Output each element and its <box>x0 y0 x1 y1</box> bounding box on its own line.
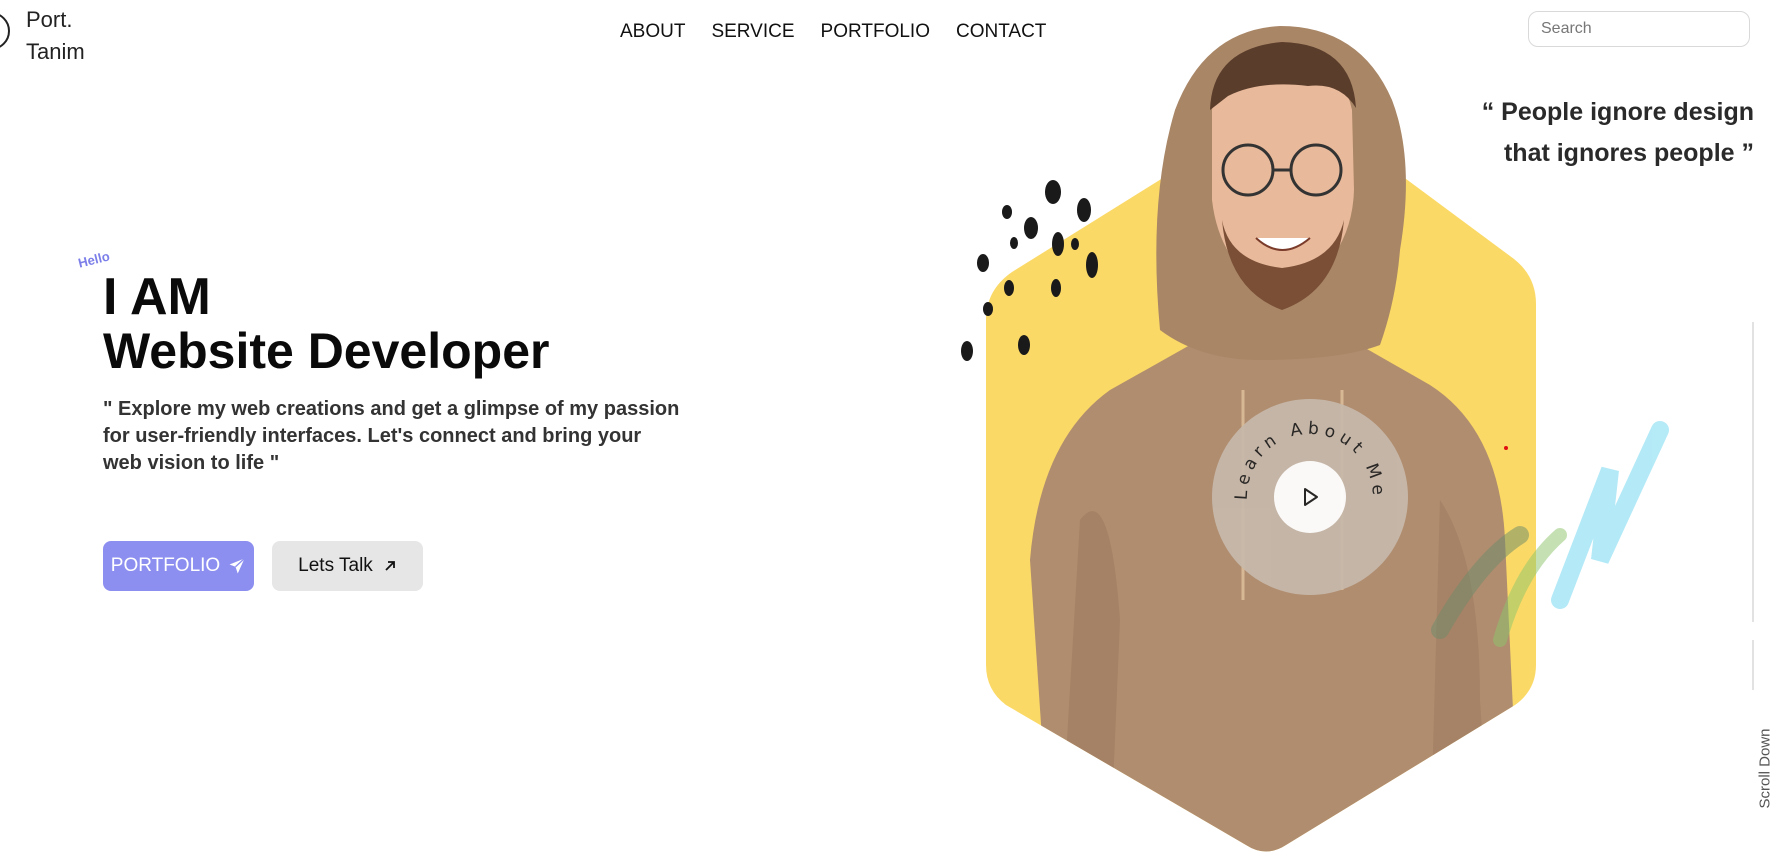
scroll-line-top <box>1752 322 1754 622</box>
arrow-up-right-icon <box>385 561 395 571</box>
lets-talk-label: Lets Talk <box>298 555 373 576</box>
portfolio-button[interactable]: PORTFOLIO <box>103 541 254 591</box>
send-icon <box>229 558 246 574</box>
portfolio-button-label: PORTFOLIO <box>110 555 221 576</box>
nav-about[interactable]: ABOUT <box>620 18 685 46</box>
red-dot-marker <box>1504 446 1508 450</box>
hero-headline: I AM Website Developer <box>103 270 549 378</box>
nav-portfolio[interactable]: PORTFOLIO <box>821 18 930 46</box>
logo-text: Port. Tanim <box>26 7 85 64</box>
play-icon <box>1304 488 1318 506</box>
logo-circle-icon <box>0 12 10 50</box>
play-button[interactable] <box>1274 461 1346 533</box>
lets-talk-button[interactable]: Lets Talk <box>272 541 423 591</box>
scroll-down-label[interactable]: Scroll Down <box>1757 724 1774 814</box>
scroll-line-bottom <box>1752 640 1754 690</box>
hero-description: " Explore my web creations and get a gli… <box>103 398 680 474</box>
learn-about-me-badge[interactable]: Learn About Me <box>1212 399 1408 595</box>
nav-service[interactable]: SERVICE <box>711 18 794 46</box>
headline-line1: I AM <box>103 268 211 326</box>
headline-line2: Website Developer <box>103 323 550 379</box>
